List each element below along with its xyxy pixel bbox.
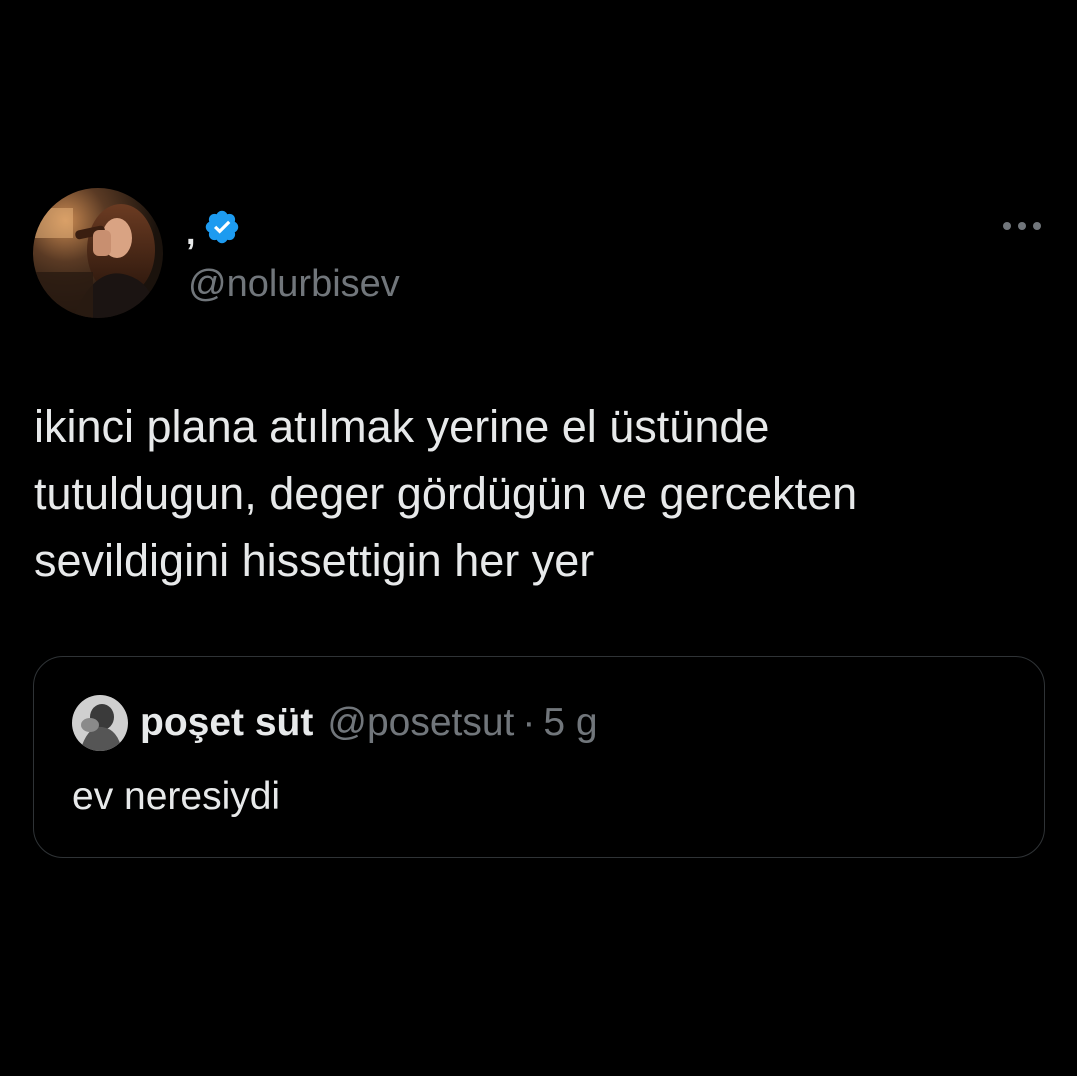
author-name-row: , [186, 205, 241, 250]
quote-author-avatar-image [72, 695, 128, 751]
quote-tweet-card[interactable]: poşet süt @posetsut · 5 g ev neresiydi [33, 656, 1045, 858]
verified-badge-icon [206, 210, 239, 244]
more-options-button[interactable] [1000, 212, 1044, 240]
quote-tweet-header: poşet süt @posetsut · 5 g [72, 693, 598, 753]
quote-tweet-text: ev neresiydi [72, 775, 281, 818]
author-avatar[interactable] [33, 188, 163, 318]
tweet-text: ikinci plana atılmak yerine el üstünde t… [34, 401, 858, 586]
quote-separator: · [522, 701, 536, 744]
author-avatar-image [33, 188, 163, 318]
quote-author-handle[interactable]: @posetsut [327, 701, 514, 745]
quote-author-name[interactable]: poşet süt [140, 701, 313, 745]
more-horizontal-icon [1003, 222, 1041, 230]
tweet: , @nolurbisev ikinci plana atılmak yerin… [0, 0, 1077, 1076]
author-handle[interactable]: @nolurbisev [188, 262, 400, 306]
quote-author-avatar[interactable] [72, 695, 128, 751]
quote-timestamp[interactable]: 5 g [543, 701, 597, 745]
author-display-name[interactable]: , [186, 216, 195, 250]
